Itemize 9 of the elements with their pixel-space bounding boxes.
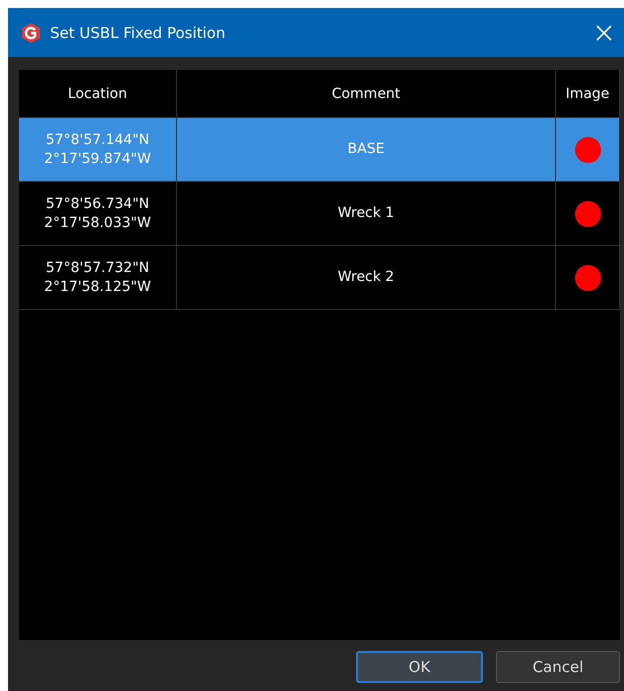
location-cell[interactable]: 57°8'57.732"N 2°17'58.125"W	[19, 246, 177, 310]
location-cell[interactable]: 57°8'56.734"N 2°17'58.033"W	[19, 182, 177, 246]
close-icon[interactable]	[596, 24, 612, 40]
dialog-button[interactable]: OK	[356, 651, 483, 683]
app-logo-icon	[20, 22, 42, 44]
comment-cell[interactable]: Wreck 2	[177, 246, 556, 310]
comment-cell[interactable]: Wreck 1	[177, 182, 556, 246]
dialog-button[interactable]: Cancel	[496, 651, 620, 683]
window-title: Set USBL Fixed Position	[50, 24, 226, 42]
